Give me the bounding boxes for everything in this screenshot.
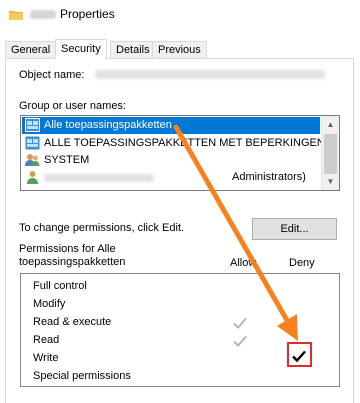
app-package-icon	[25, 136, 40, 150]
user-row[interactable]: ALLE TOEPASSINGSPAKKETTEN MET BEPERKINGE…	[22, 135, 325, 152]
permission-name: Write	[33, 352, 59, 364]
users-icon	[25, 154, 40, 166]
allow-column-header: Allow	[230, 257, 257, 269]
tab-previous-versions[interactable]: Previous Versions	[152, 41, 207, 73]
permission-name: Full control	[33, 280, 87, 292]
window-title: Properties	[60, 7, 115, 21]
permission-name: Special permissions	[33, 370, 131, 382]
tab-general[interactable]: General	[5, 41, 57, 59]
scroll-thumb[interactable]	[324, 134, 337, 174]
user-list[interactable]: Alle toepassingspakketten ALLE TOEPASSIN…	[20, 115, 340, 191]
permission-name: Modify	[33, 298, 66, 310]
user-label: Administrators)	[232, 171, 306, 183]
permission-name: Read & execute	[33, 316, 112, 328]
app-package-icon	[25, 118, 40, 132]
allow-check-icon	[233, 317, 247, 329]
tab-details[interactable]: Details	[110, 41, 156, 59]
user-row[interactable]: Alle toepassingspakketten	[22, 117, 320, 134]
permission-name: Read	[33, 334, 60, 346]
deny-column-header: Deny	[289, 257, 315, 269]
user-list-scrollbar[interactable]: ▲ ▼	[321, 116, 339, 190]
blurred-folder-name	[30, 10, 56, 19]
permissions-for-line2: toepassingspakketten	[19, 256, 126, 268]
user-icon	[27, 171, 38, 184]
scroll-down-icon[interactable]: ▼	[322, 173, 339, 190]
change-permissions-hint: To change permissions, click Edit.	[19, 222, 185, 234]
user-label: SYSTEM	[44, 154, 90, 166]
user-label: ALLE TOEPASSINGSPAKKETTEN MET BEPERKINGE…	[44, 137, 325, 149]
folder-icon	[9, 11, 23, 20]
tab-security[interactable]: Security	[55, 39, 107, 59]
object-name-value	[95, 70, 325, 79]
permissions-for-line1: Permissions for Alle	[19, 243, 116, 255]
permissions-for-label: Permissions for Alle toepassingspakkette…	[19, 243, 125, 269]
object-name-label: Object name:	[19, 69, 85, 81]
user-row[interactable]: SYSTEM	[22, 152, 320, 169]
title-bar: Properties	[0, 0, 360, 32]
user-row[interactable]: Administrators)	[22, 169, 320, 186]
edit-button[interactable]: Edit...	[252, 218, 337, 240]
highlight-box	[287, 342, 312, 367]
permissions-list: Full control Modify Read & execute Read …	[20, 273, 340, 387]
scroll-up-icon[interactable]: ▲	[322, 116, 339, 133]
blurred-user-name	[44, 174, 154, 182]
user-label: Alle toepassingspakketten	[44, 119, 172, 131]
allow-check-icon	[233, 335, 247, 347]
group-label: Group or user names:	[19, 100, 126, 112]
